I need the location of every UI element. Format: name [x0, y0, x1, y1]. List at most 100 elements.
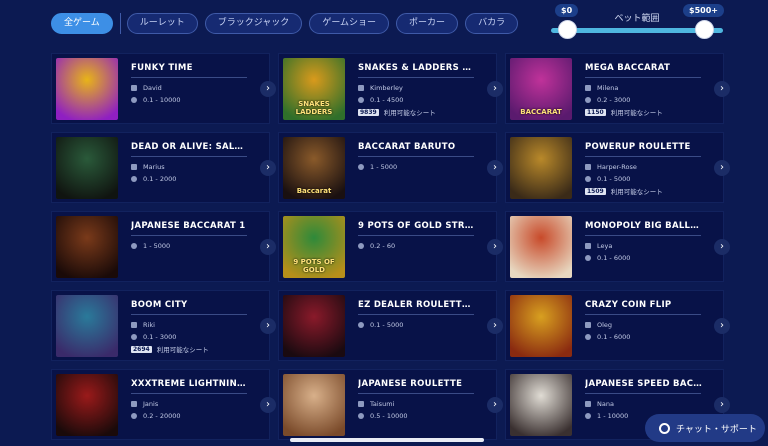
bet-min-label: $0 — [555, 4, 579, 17]
bet-limits-row: 0.1 - 6000 — [585, 332, 630, 342]
game-title: JAPANESE BACCARAT 1 — [131, 221, 246, 231]
game-thumbnail[interactable]: BACCARAT — [510, 58, 572, 120]
chevron-right-icon[interactable]: › — [260, 239, 276, 255]
filter-all-games[interactable]: 全ゲーム — [51, 13, 113, 34]
chevron-right-icon[interactable]: › — [714, 318, 730, 334]
card-divider — [131, 77, 247, 78]
game-title: JAPANESE SPEED BAC... — [585, 379, 703, 389]
bet-limits: 0.2 - 60 — [370, 242, 396, 250]
seats-row: 9839 利用可能なシート — [358, 107, 436, 117]
chevron-right-icon[interactable]: › — [260, 397, 276, 413]
bet-limits: 0.1 - 6000 — [597, 333, 631, 341]
dealer-icon — [131, 85, 137, 91]
card-divider — [358, 77, 474, 78]
dealer-icon — [358, 401, 364, 407]
game-card[interactable]: JAPANESE ROULETTE Taisumi 0.5 - 10000 › — [278, 369, 503, 440]
filter-blackjack[interactable]: ブラックジャック — [204, 13, 303, 34]
game-thumbnail[interactable] — [510, 137, 572, 199]
game-card[interactable]: CRAZY COIN FLIP Oleg 0.1 - 6000 › — [505, 290, 730, 361]
chevron-right-icon[interactable]: › — [487, 81, 503, 97]
chevron-right-icon[interactable]: › — [714, 239, 730, 255]
game-thumbnail[interactable] — [56, 216, 118, 278]
game-card[interactable]: DEAD OR ALIVE: SALO... Marius 0.1 - 2000 › — [51, 132, 276, 203]
game-title: POWERUP ROULETTE — [585, 142, 691, 152]
dealer-row: David — [131, 83, 162, 93]
chevron-right-icon[interactable]: › — [714, 81, 730, 97]
seats-count: 2694 — [131, 345, 152, 353]
game-card[interactable]: BACCARAT MEGA BACCARAT Milena 0.2 - 3000 115… — [505, 53, 730, 124]
chip-icon — [585, 176, 591, 182]
bet-range-slider: $0 ベット範囲 $500+ — [547, 0, 727, 40]
dealer-name: Oleg — [597, 321, 613, 329]
chip-icon — [131, 176, 137, 182]
game-thumbnail[interactable] — [283, 295, 345, 357]
game-thumbnail[interactable]: Baccarat — [283, 137, 345, 199]
bet-limits: 0.2 - 20000 — [143, 412, 181, 420]
game-title: 9 POTS OF GOLD STRE... — [358, 221, 476, 231]
filter-roulette[interactable]: ルーレット — [126, 13, 198, 34]
seats-count: 1509 — [585, 187, 606, 195]
bet-max-handle[interactable] — [695, 20, 714, 39]
game-card[interactable]: BOOM CITY Riki 0.1 - 3000 2694 利用可能なシート › — [51, 290, 276, 361]
seats-row: 1509 利用可能なシート — [585, 186, 663, 196]
chip-icon — [358, 97, 364, 103]
bet-limits: 0.1 - 5000 — [597, 175, 631, 183]
game-card[interactable]: 9 POTS OF GOLD 9 POTS OF GOLD STRE... 0.2 … — [278, 211, 503, 282]
game-card[interactable]: MONOPOLY BIG BALLER Leya 0.1 - 6000 › — [505, 211, 730, 282]
game-thumbnail[interactable] — [56, 295, 118, 357]
game-card[interactable]: FUNKY TIME David 0.1 - 10000 › — [51, 53, 276, 124]
card-divider — [131, 235, 247, 236]
game-thumbnail[interactable]: SNAKES LADDERS — [283, 58, 345, 120]
bet-limits: 1 - 5000 — [370, 163, 398, 171]
dealer-row: Taisumi — [358, 399, 394, 409]
game-card[interactable]: EZ DEALER ROULETTE ... 0.1 - 5000 › — [278, 290, 503, 361]
card-divider — [358, 393, 474, 394]
game-thumbnail[interactable]: 9 POTS OF GOLD — [283, 216, 345, 278]
game-thumbnail[interactable] — [56, 58, 118, 120]
chevron-right-icon[interactable]: › — [260, 318, 276, 334]
chat-bubble-icon — [659, 422, 670, 434]
dealer-icon — [131, 322, 137, 328]
dealer-row: Milena — [585, 83, 618, 93]
chevron-right-icon[interactable]: › — [714, 397, 730, 413]
chip-icon — [131, 334, 137, 340]
filter-poker[interactable]: ポーカー — [396, 13, 459, 34]
game-thumbnail[interactable] — [56, 137, 118, 199]
game-card[interactable]: JAPANESE BACCARAT 1 1 - 5000 › — [51, 211, 276, 282]
filter-baccarat[interactable]: バカラ — [465, 13, 519, 34]
game-card[interactable]: POWERUP ROULETTE Harper-Rose 0.1 - 5000 150… — [505, 132, 730, 203]
bet-range-title: ベット範囲 — [614, 14, 660, 24]
chevron-right-icon[interactable]: › — [487, 318, 503, 334]
bet-limits-row: 0.2 - 60 — [358, 241, 395, 251]
chat-support-button[interactable]: チャット・サポート — [645, 414, 765, 442]
chevron-right-icon[interactable]: › — [260, 160, 276, 176]
dealer-row: Leya — [585, 241, 612, 251]
dealer-name: Taisumi — [370, 400, 395, 408]
seats-row: 1150 利用可能なシート — [585, 107, 663, 117]
chevron-right-icon[interactable]: › — [714, 160, 730, 176]
bet-limits-row: 0.1 - 5000 — [358, 320, 403, 330]
game-card[interactable]: SNAKES LADDERS SNAKES & LADDERS LIVE Kimbe… — [278, 53, 503, 124]
dealer-icon — [358, 85, 364, 91]
game-thumbnail[interactable] — [56, 374, 118, 436]
chevron-right-icon[interactable]: › — [487, 160, 503, 176]
thumbnail-logo-text: BACCARAT — [520, 108, 562, 116]
game-title: BOOM CITY — [131, 300, 188, 310]
game-thumbnail[interactable] — [510, 216, 572, 278]
dealer-icon — [585, 243, 591, 249]
chevron-right-icon[interactable]: › — [487, 239, 503, 255]
chevron-right-icon[interactable]: › — [487, 397, 503, 413]
bet-limits: 1 - 5000 — [143, 242, 171, 250]
bet-limits: 0.1 - 6000 — [597, 254, 631, 262]
game-thumbnail[interactable] — [510, 374, 572, 436]
game-thumbnail[interactable] — [510, 295, 572, 357]
game-card[interactable]: XXXTREME LIGHTNING ... Janis 0.2 - 20000 › — [51, 369, 276, 440]
bet-min-handle[interactable] — [558, 20, 577, 39]
game-thumbnail[interactable] — [283, 374, 345, 436]
game-card[interactable]: Baccarat BACCARAT BARUTO 1 - 5000 › — [278, 132, 503, 203]
chip-icon — [358, 164, 364, 170]
dealer-row: Harper-Rose — [585, 162, 637, 172]
filter-game-shows[interactable]: ゲームショー — [309, 13, 390, 34]
chevron-right-icon[interactable]: › — [260, 81, 276, 97]
card-divider — [585, 77, 701, 78]
